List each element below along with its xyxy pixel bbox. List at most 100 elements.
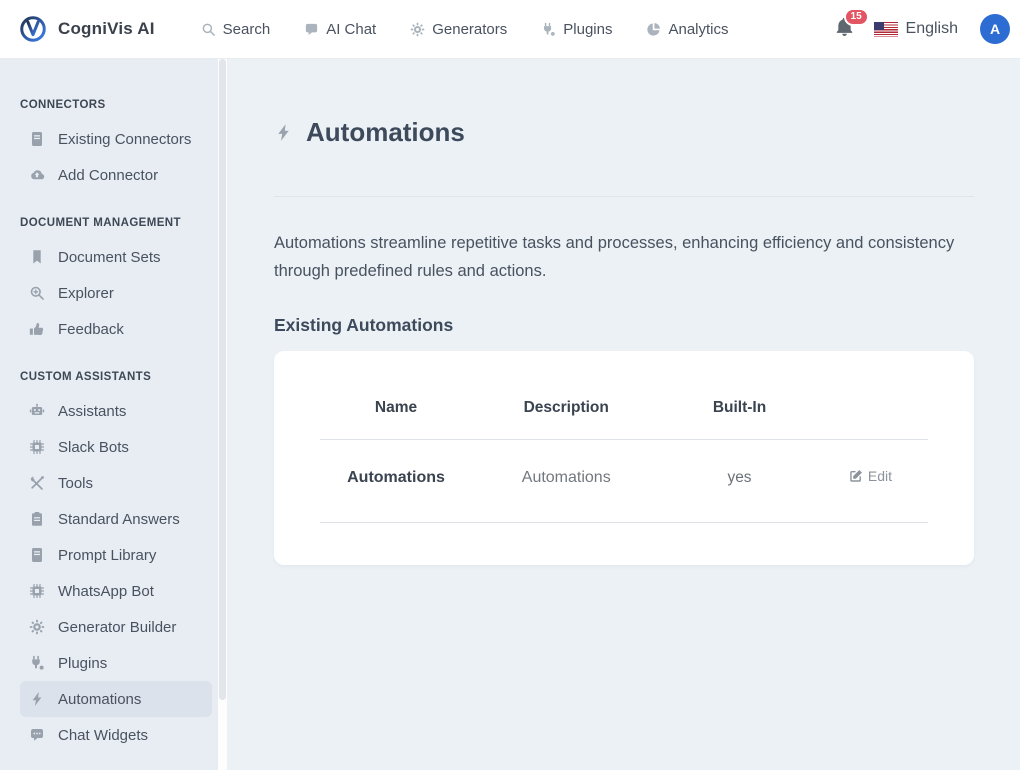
- brand[interactable]: CogniVis AI: [0, 14, 155, 44]
- sidebar-item-feedback[interactable]: Feedback: [20, 311, 212, 347]
- sidebar-item-label: Chat Widgets: [58, 727, 148, 744]
- robot-icon: [29, 403, 45, 419]
- pencil-square-icon: [849, 469, 863, 483]
- top-navigation: Search AI Chat Generators Plugins Analyt…: [201, 21, 729, 38]
- sidebar-item-existing-connectors[interactable]: Existing Connectors: [20, 121, 212, 157]
- sidebar-item-label: Add Connector: [58, 167, 158, 184]
- language-selector[interactable]: English: [874, 20, 958, 38]
- sidebar-item-generator-builder[interactable]: Generator Builder: [20, 609, 212, 645]
- sidebar-item-label: Generator Builder: [58, 619, 176, 636]
- page-title-row: Automations: [274, 100, 974, 166]
- gear-icon: [29, 619, 45, 635]
- sidebar-item-label: Prompt Library: [58, 547, 156, 564]
- sidebar-item-automations[interactable]: Automations: [20, 681, 212, 717]
- notification-badge: 15: [844, 8, 869, 26]
- sidebar-item-tools[interactable]: Tools: [20, 465, 212, 501]
- plug-icon: [541, 22, 556, 37]
- automations-table: Name Description Built-In Automations Au…: [320, 399, 928, 523]
- nav-item-label: Generators: [432, 21, 507, 38]
- sidebar-section-custom-assistants: CUSTOM ASSISTANTS: [0, 371, 218, 383]
- chip-icon: [29, 583, 45, 599]
- cell-name: Automations: [320, 439, 472, 522]
- cell-description: Automations: [472, 439, 660, 522]
- nav-item-search[interactable]: Search: [201, 21, 271, 38]
- plug-icon: [29, 655, 45, 671]
- sidebar-item-prompt-library[interactable]: Prompt Library: [20, 537, 212, 573]
- column-header-built-in: Built-In: [660, 399, 818, 440]
- nav-item-label: AI Chat: [326, 21, 376, 38]
- sidebar-item-label: Document Sets: [58, 249, 161, 266]
- sidebar-section-document-management: DOCUMENT MANAGEMENT: [0, 217, 218, 229]
- column-header-actions: [819, 399, 928, 440]
- cell-built-in: yes: [660, 439, 818, 522]
- page-title: Automations: [306, 117, 465, 148]
- topbar-right: 15 English A: [835, 14, 1020, 44]
- journal-icon: [29, 547, 45, 563]
- clipboard-icon: [29, 511, 45, 527]
- brand-name: CogniVis AI: [58, 19, 155, 39]
- cognivis-logo-icon: [18, 14, 48, 44]
- sidebar-item-assistants[interactable]: Assistants: [20, 393, 212, 429]
- sidebar-item-explorer[interactable]: Explorer: [20, 275, 212, 311]
- cell-actions: Edit: [819, 439, 928, 522]
- sidebar-item-label: Assistants: [58, 403, 126, 420]
- sidebar-scrollbar-thumb[interactable]: [219, 59, 226, 700]
- thumbs-up-icon: [29, 321, 45, 337]
- sidebar-item-label: Tools: [58, 475, 93, 492]
- sidebar-item-label: Plugins: [58, 655, 107, 672]
- sidebar-section-connectors: CONNECTORS: [0, 99, 218, 111]
- table-row: Automations Automations yes Edit: [320, 439, 928, 522]
- edit-button-label: Edit: [868, 468, 892, 484]
- notifications-button[interactable]: 15: [835, 17, 854, 41]
- sidebar-item-standard-answers[interactable]: Standard Answers: [20, 501, 212, 537]
- sidebar-item-label: Feedback: [58, 321, 124, 338]
- sidebar: CONNECTORS Existing Connectors Add Conne…: [0, 59, 218, 770]
- nav-item-plugins[interactable]: Plugins: [541, 21, 612, 38]
- sidebar-item-slack-bots[interactable]: Slack Bots: [20, 429, 212, 465]
- sidebar-item-plugins[interactable]: Plugins: [20, 645, 212, 681]
- edit-button[interactable]: Edit: [849, 468, 892, 484]
- tools-icon: [29, 475, 45, 491]
- gear-icon: [410, 22, 425, 37]
- search-plus-icon: [29, 285, 45, 301]
- cloud-upload-icon: [29, 167, 45, 183]
- automations-table-card: Name Description Built-In Automations Au…: [274, 351, 974, 565]
- sidebar-item-label: Explorer: [58, 285, 114, 302]
- sidebar-item-label: Existing Connectors: [58, 131, 191, 148]
- bookmark-icon: [29, 249, 45, 265]
- column-header-name: Name: [320, 399, 472, 440]
- sidebar-item-add-connector[interactable]: Add Connector: [20, 157, 212, 193]
- topbar: CogniVis AI Search AI Chat Generators Pl…: [0, 0, 1020, 59]
- sidebar-item-label: Standard Answers: [58, 511, 180, 528]
- search-icon: [201, 22, 216, 37]
- sidebar-item-document-sets[interactable]: Document Sets: [20, 239, 212, 275]
- chat-icon: [304, 22, 319, 37]
- nav-item-generators[interactable]: Generators: [410, 21, 507, 38]
- nav-item-analytics[interactable]: Analytics: [646, 21, 728, 38]
- sidebar-item-label: Automations: [58, 691, 141, 708]
- bolt-icon: [29, 691, 45, 707]
- title-divider: [274, 196, 974, 197]
- pie-chart-icon: [646, 22, 661, 37]
- column-header-description: Description: [472, 399, 660, 440]
- journal-icon: [29, 131, 45, 147]
- chat-dots-icon: [29, 727, 45, 743]
- sidebar-scrollbar-track[interactable]: [218, 59, 227, 770]
- sidebar-item-label: WhatsApp Bot: [58, 583, 154, 600]
- sidebar-item-whatsapp-bot[interactable]: WhatsApp Bot: [20, 573, 212, 609]
- nav-item-ai-chat[interactable]: AI Chat: [304, 21, 376, 38]
- table-header-row: Name Description Built-In: [320, 399, 928, 440]
- existing-automations-heading: Existing Automations: [274, 315, 974, 336]
- nav-item-label: Analytics: [668, 21, 728, 38]
- page-description: Automations streamline repetitive tasks …: [274, 229, 974, 285]
- nav-item-label: Plugins: [563, 21, 612, 38]
- nav-item-label: Search: [223, 21, 271, 38]
- us-flag-icon: [874, 22, 898, 37]
- bolt-icon: [274, 123, 293, 142]
- language-label: English: [906, 20, 958, 38]
- sidebar-item-chat-widgets[interactable]: Chat Widgets: [20, 717, 212, 753]
- avatar[interactable]: A: [980, 14, 1010, 44]
- sidebar-item-label: Slack Bots: [58, 439, 129, 456]
- chip-icon: [29, 439, 45, 455]
- main-content: Automations Automations streamline repet…: [227, 59, 1020, 770]
